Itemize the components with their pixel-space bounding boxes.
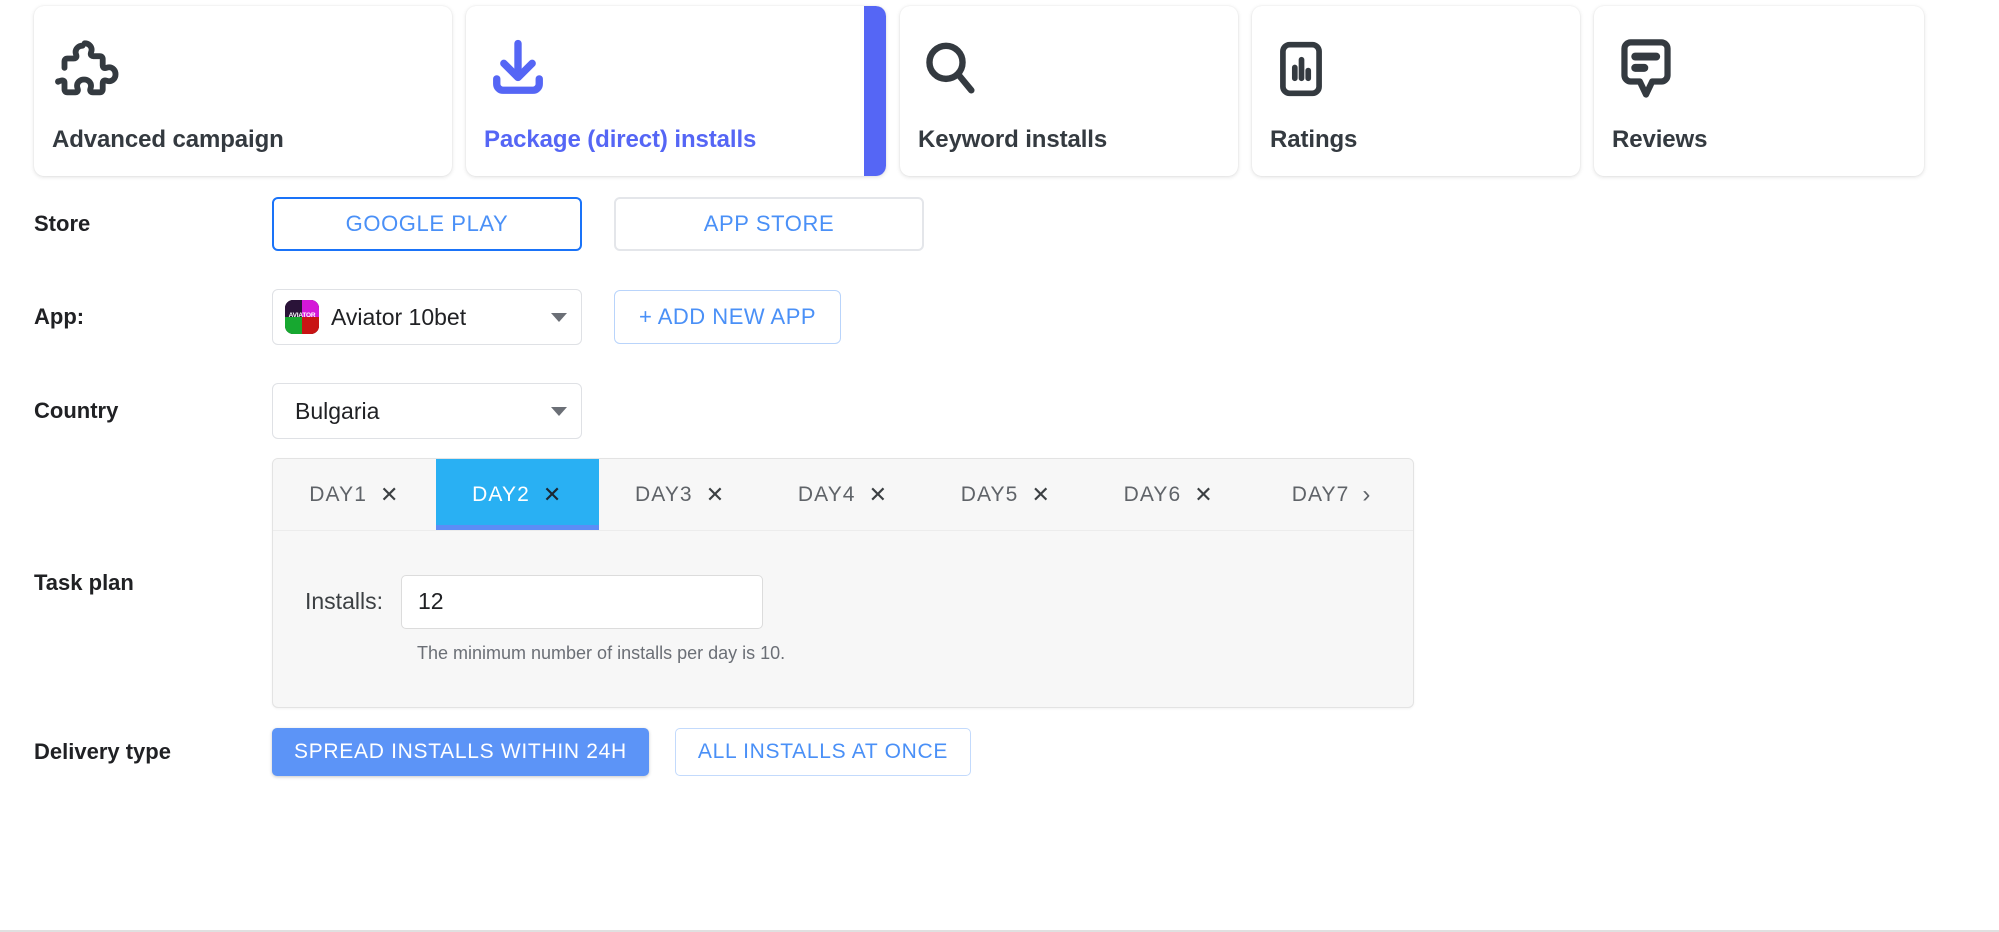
- day-tab-label: DAY4: [797, 482, 856, 506]
- app-avatar-text: AVIATOR: [288, 312, 316, 320]
- form-row-country: Country Bulgaria: [0, 364, 1999, 458]
- close-icon[interactable]: ✕: [1194, 483, 1214, 506]
- day-tab-day7[interactable]: DAY7 ›: [1250, 459, 1413, 530]
- store-option-app-store[interactable]: APP STORE: [614, 197, 924, 251]
- campaign-type-label: Package (direct) installs: [484, 126, 757, 153]
- task-plan-panel-body: Installs: The minimum number of installs…: [273, 531, 1413, 707]
- day-tab-day4[interactable]: DAY4 ✕: [762, 459, 925, 530]
- day-tab-label: DAY1: [309, 482, 367, 506]
- form-row-delivery-type: Delivery type SPREAD INSTALLS WITHIN 24H…: [0, 708, 1999, 796]
- comment-lines-icon: [1612, 32, 1924, 106]
- app-select-value: Aviator 10bet: [331, 303, 467, 330]
- day-tab-day1[interactable]: DAY1 ✕: [273, 459, 436, 530]
- delivery-option-all-installs-at-once[interactable]: ALL INSTALLS AT ONCE: [674, 728, 972, 776]
- app-label: App:: [34, 304, 85, 329]
- task-plan-body: DAY1 ✕ DAY2 ✕ DAY3 ✕ DAY4 ✕ DAY5 ✕ DAY6 …: [272, 458, 1414, 708]
- store-label: Store: [34, 211, 91, 236]
- campaign-type-card-advanced-campaign[interactable]: Advanced campaign: [34, 6, 452, 176]
- day-tab-label: DAY7: [1291, 482, 1350, 506]
- day-tab-label: DAY6: [1123, 482, 1182, 506]
- day-tab-label: DAY5: [960, 482, 1019, 506]
- campaign-type-card-package-direct-installs[interactable]: Package (direct) installs: [466, 6, 886, 176]
- day-tab-day2[interactable]: DAY2 ✕: [435, 459, 599, 530]
- app-select[interactable]: AVIATOR Aviator 10bet: [272, 289, 582, 345]
- installs-hint: The minimum number of installs per day i…: [417, 642, 786, 663]
- task-plan-panel: DAY1 ✕ DAY2 ✕ DAY3 ✕ DAY4 ✕ DAY5 ✕ DAY6 …: [272, 458, 1414, 708]
- form-row-app: App: AVIATOR Aviator 10bet + ADD NEW APP: [0, 270, 1999, 364]
- day-tab-label: DAY2: [472, 482, 530, 506]
- download-icon: [484, 32, 886, 106]
- country-select[interactable]: Bulgaria: [272, 383, 582, 439]
- bar-chart-phone-icon: [1270, 32, 1580, 106]
- installs-line: Installs:: [305, 574, 1413, 629]
- close-icon[interactable]: ✕: [380, 483, 400, 506]
- day-tab-day3[interactable]: DAY3 ✕: [599, 459, 762, 530]
- campaign-form: Store GOOGLE PLAY APP STORE App: AVIATOR…: [0, 178, 1999, 796]
- delivery-type-options: SPREAD INSTALLS WITHIN 24H ALL INSTALLS …: [272, 728, 972, 776]
- country-select-value: Bulgaria: [295, 397, 380, 424]
- close-icon[interactable]: ✕: [543, 483, 563, 506]
- chevron-down-icon: [551, 312, 567, 322]
- close-icon[interactable]: ✕: [706, 483, 726, 506]
- store-option-google-play[interactable]: GOOGLE PLAY: [272, 197, 582, 251]
- day-tab-day6[interactable]: DAY6 ✕: [1087, 459, 1250, 530]
- chevron-down-icon: [551, 406, 567, 416]
- add-new-app-button[interactable]: + ADD NEW APP: [614, 290, 842, 344]
- campaign-type-card-reviews[interactable]: Reviews: [1594, 6, 1924, 176]
- delivery-type-label: Delivery type: [34, 739, 171, 764]
- campaign-type-card-ratings[interactable]: Ratings: [1252, 6, 1580, 176]
- country-label: Country: [34, 398, 119, 423]
- puzzle-icon: [52, 32, 452, 106]
- campaign-type-label: Advanced campaign: [52, 126, 284, 153]
- chevron-right-icon[interactable]: ›: [1362, 482, 1371, 507]
- country-controls: Bulgaria: [272, 383, 582, 439]
- app-avatar-icon: AVIATOR: [285, 300, 319, 334]
- search-icon: [918, 32, 1238, 106]
- installs-label: Installs:: [305, 588, 383, 614]
- delivery-option-spread-installs-within-24h[interactable]: SPREAD INSTALLS WITHIN 24H: [272, 728, 649, 776]
- day-tab-list: DAY1 ✕ DAY2 ✕ DAY3 ✕ DAY4 ✕ DAY5 ✕ DAY6 …: [273, 459, 1413, 531]
- campaign-type-label: Ratings: [1270, 126, 1358, 153]
- task-plan-label: Task plan: [34, 570, 134, 595]
- close-icon[interactable]: ✕: [1031, 483, 1051, 506]
- installs-input[interactable]: [400, 574, 763, 629]
- form-row-task-plan: Task plan DAY1 ✕ DAY2 ✕ DAY3 ✕ DAY4 ✕ DA…: [0, 458, 1999, 708]
- selected-indicator-bar: [864, 6, 886, 176]
- close-icon[interactable]: ✕: [869, 483, 889, 506]
- app-controls: AVIATOR Aviator 10bet + ADD NEW APP: [272, 289, 842, 345]
- form-row-store: Store GOOGLE PLAY APP STORE: [0, 178, 1999, 270]
- day-tab-day5[interactable]: DAY5 ✕: [924, 459, 1087, 530]
- campaign-type-label: Keyword installs: [918, 126, 1108, 153]
- campaign-type-card-strip: Advanced campaign Package (direct) insta…: [0, 0, 1999, 178]
- campaign-type-card-keyword-installs[interactable]: Keyword installs: [900, 6, 1238, 176]
- store-options: GOOGLE PLAY APP STORE: [272, 197, 956, 251]
- day-tab-label: DAY3: [635, 482, 693, 506]
- campaign-type-label: Reviews: [1612, 126, 1708, 153]
